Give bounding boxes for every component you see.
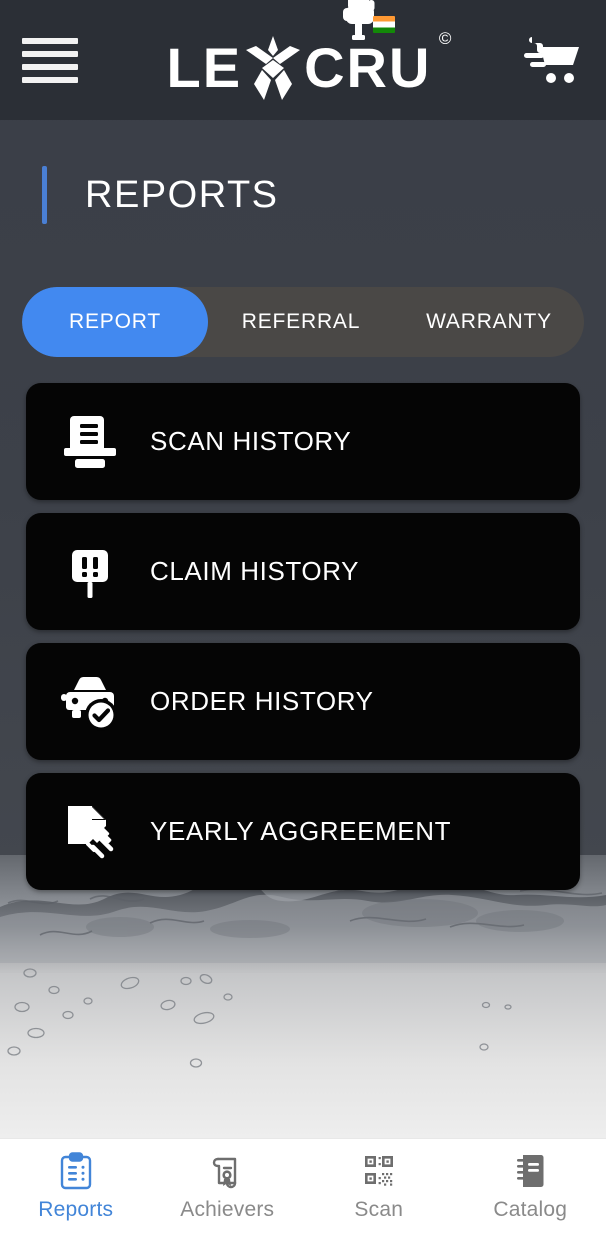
nav-item-achievers[interactable]: Achievers bbox=[152, 1151, 304, 1222]
menu-item-yearly-agreement[interactable]: YEARLY AGGREEMENT bbox=[26, 773, 580, 890]
title-accent-bar bbox=[42, 166, 47, 224]
tab-report[interactable]: REPORT bbox=[22, 287, 208, 357]
nav-item-achievers-label: Achievers bbox=[180, 1198, 275, 1221]
tab-warranty-label: WARRANTY bbox=[426, 310, 552, 333]
hamburger-bar bbox=[22, 50, 78, 57]
nav-item-reports-label: Reports bbox=[38, 1198, 114, 1221]
logo-text-right: CRU bbox=[304, 36, 432, 99]
app-screen: LE CRU © REPORTS REPORT REFERRAL WARRANT… bbox=[0, 0, 606, 1234]
logo-text-left: LE bbox=[166, 36, 243, 99]
tab-referral[interactable]: REFERRAL bbox=[208, 287, 394, 357]
page-title: REPORTS bbox=[85, 173, 279, 216]
tab-report-label: REPORT bbox=[69, 310, 161, 333]
hamburger-bar bbox=[22, 76, 78, 83]
bottom-navigation-bar: Reports Achievers Scan Catalog bbox=[0, 1138, 606, 1234]
certificate-icon bbox=[208, 1151, 246, 1191]
menu-item-claim-history[interactable]: CLAIM HISTORY bbox=[26, 513, 580, 630]
nav-item-scan-label: Scan bbox=[354, 1198, 404, 1221]
menu-item-scan-history[interactable]: SCAN HISTORY bbox=[26, 383, 580, 500]
page-title-row: REPORTS bbox=[0, 120, 606, 224]
shopping-cart-icon[interactable] bbox=[520, 35, 584, 85]
report-menu-list: SCAN HISTORY CLAIM HISTORY ORDER HISTORY… bbox=[26, 383, 580, 890]
menu-item-claim-history-label: CLAIM HISTORY bbox=[150, 556, 360, 586]
logo-x-mark-icon bbox=[242, 36, 304, 100]
tab-warranty[interactable]: WARRANTY bbox=[394, 287, 584, 357]
hamburger-bar bbox=[22, 37, 78, 44]
nav-item-catalog-label: Catalog bbox=[493, 1198, 568, 1221]
hamburger-bar bbox=[22, 63, 78, 70]
qr-code-icon bbox=[360, 1151, 398, 1191]
water-background-image bbox=[0, 855, 606, 1145]
notebook-icon bbox=[511, 1151, 549, 1191]
app-logo[interactable]: LE CRU © bbox=[78, 0, 520, 120]
menu-item-order-history[interactable]: ORDER HISTORY bbox=[26, 643, 580, 760]
clipboard-icon bbox=[57, 1151, 95, 1191]
tab-referral-label: REFERRAL bbox=[241, 310, 361, 333]
nav-item-reports[interactable]: Reports bbox=[0, 1151, 152, 1222]
hamburger-menu-icon[interactable] bbox=[22, 36, 78, 84]
india-flag-icon bbox=[372, 16, 395, 33]
tab-bar: REPORT REFERRAL WARRANTY bbox=[22, 287, 584, 357]
scan-document-icon bbox=[52, 404, 128, 480]
warning-sign-icon bbox=[52, 534, 128, 610]
app-header: LE CRU © bbox=[0, 0, 606, 120]
nav-item-catalog[interactable]: Catalog bbox=[455, 1151, 606, 1222]
car-check-icon bbox=[52, 664, 128, 740]
nav-item-scan[interactable]: Scan bbox=[303, 1151, 455, 1222]
document-signature-icon bbox=[52, 794, 128, 870]
menu-item-order-history-label: ORDER HISTORY bbox=[150, 686, 374, 716]
menu-item-scan-history-label: SCAN HISTORY bbox=[150, 426, 352, 456]
menu-item-yearly-agreement-label: YEARLY AGGREEMENT bbox=[150, 816, 452, 846]
copyright-symbol: © bbox=[438, 29, 454, 48]
